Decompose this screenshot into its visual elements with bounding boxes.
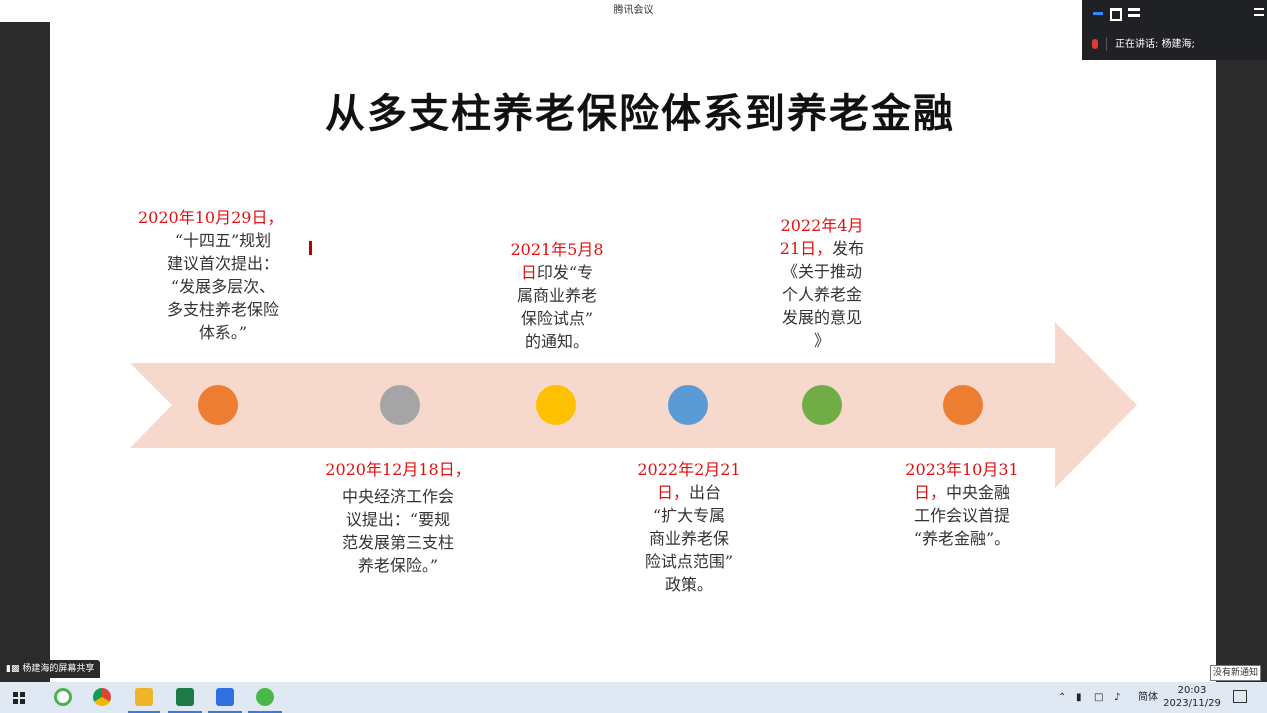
timeline-arrow <box>130 322 1137 488</box>
notification-tooltip: 没有新通知 <box>1210 665 1262 681</box>
milestone-2023-10: 2023年10月31 日，中央金融 工作会议首提 “养老金融”。 <box>892 458 1032 550</box>
milestone-line: “十四五”规划 <box>174 231 272 250</box>
taskbar-clock[interactable]: 20:03 2023/11/29 <box>1162 684 1222 710</box>
milestone-line: 险试点范围” <box>644 552 734 571</box>
milestone-date-cont: 21日， <box>779 239 833 258</box>
milestone-line: 》 <box>813 331 830 350</box>
milestone-line: “发展多层次、 <box>170 277 276 296</box>
text-cursor <box>309 241 312 255</box>
chrome-icon[interactable] <box>93 688 111 706</box>
file-explorer-icon[interactable] <box>135 688 153 706</box>
milestone-date: 2022年2月21 <box>637 460 741 479</box>
milestone-line: 养老保险。” <box>357 556 439 575</box>
milestone-date-cont: 日， <box>913 483 946 502</box>
share-icon: ▮▩ <box>6 664 23 674</box>
milestone-date-cont: 日， <box>656 483 689 502</box>
screen-share-label[interactable]: ▮▩ 杨建海的屏幕共享 <box>0 660 101 678</box>
timeline-dot-4 <box>668 385 708 425</box>
milestone-line: 建议首次提出： <box>166 254 279 273</box>
action-center-icon[interactable] <box>1233 690 1247 703</box>
milestone-2022-02: 2022年2月21 日，出台 “扩大专属 商业养老保 险试点范围” 政策。 <box>626 458 752 596</box>
timeline-dot-2 <box>380 385 420 425</box>
milestone-2020-12: 2020年12月18日， 中央经济工作会 议提出：“要规 范发展第三支柱 养老保… <box>318 458 478 577</box>
milestone-line: 《关于推动 <box>781 262 862 281</box>
timeline-dot-3 <box>536 385 576 425</box>
milestone-line: 工作会议首提 <box>913 506 1010 525</box>
milestone-date: 2021年5月8 <box>510 240 604 259</box>
tray-mic-icon[interactable]: ▮ <box>1076 682 1082 713</box>
milestone-line: 体系。” <box>198 323 248 342</box>
timeline-dot-5 <box>802 385 842 425</box>
milestone-line: 政策。 <box>664 575 713 594</box>
milestone-text: 发布 <box>832 239 865 258</box>
taskbar: ⌃ ▮ □ ♪ 简体 20:03 2023/11/29 <box>0 682 1267 713</box>
milestone-2020-10: 2020年10月29日， “十四五”规划 建议首次提出： “发展多层次、 多支柱… <box>138 206 308 344</box>
tray-chevron-up-icon[interactable]: ⌃ <box>1058 682 1066 713</box>
milestone-date: 2023年10月31 <box>905 460 1019 479</box>
milestone-line: 日，出台 <box>626 481 752 504</box>
milestone-line: 日印发“专 <box>498 261 616 284</box>
milestone-line: 日，中央金融 <box>892 481 1032 504</box>
milestone-2021-05: 2021年5月8 日印发“专 属商业养老 保险试点” 的通知。 <box>498 238 616 353</box>
milestone-date-cont: 日 <box>520 263 537 282</box>
milestone-line: 范发展第三支柱 <box>341 533 454 552</box>
clock-date: 2023/11/29 <box>1163 698 1221 709</box>
ie-browser-icon[interactable] <box>54 688 72 706</box>
milestone-line: 发展的意见 <box>781 308 862 327</box>
milestone-line: “养老金融”。 <box>913 529 1011 548</box>
clock-time: 20:03 <box>1177 685 1207 696</box>
milestone-text: 出台 <box>689 483 722 502</box>
timeline-dot-6 <box>943 385 983 425</box>
tencent-meeting-icon[interactable] <box>216 688 234 706</box>
milestone-line: 保险试点” <box>520 309 594 328</box>
ime-indicator[interactable]: 简体 <box>1138 682 1158 713</box>
milestone-line: 21日，发布 <box>762 237 882 260</box>
milestone-date: 2020年10月29日， <box>138 208 284 227</box>
milestone-date: 2022年4月 <box>780 216 864 235</box>
milestone-line: 个人养老金 <box>781 285 862 304</box>
milestone-2022-04: 2022年4月 21日，发布 《关于推动 个人养老金 发展的意见 》 <box>762 214 882 352</box>
milestone-line: 中央经济工作会 <box>341 487 454 506</box>
excel-icon[interactable] <box>176 688 194 706</box>
timeline-dot-1 <box>198 385 238 425</box>
milestone-date: 2020年12月18日， <box>325 460 471 479</box>
windows-start-icon[interactable] <box>13 692 25 704</box>
tray-network-icon[interactable]: □ <box>1094 682 1103 713</box>
milestone-line: 的通知。 <box>524 332 589 351</box>
milestone-text: 印发“专 <box>536 263 594 282</box>
milestone-line: 商业养老保 <box>648 529 729 548</box>
tray-volume-icon[interactable]: ♪ <box>1114 682 1120 713</box>
milestone-line: 多支柱养老保险 <box>166 300 279 319</box>
wechat-icon[interactable] <box>256 688 274 706</box>
milestone-line: 议提出：“要规 <box>345 510 451 529</box>
screen-share-text: 杨建海的屏幕共享 <box>22 664 95 674</box>
milestone-line: 属商业养老 <box>516 286 597 305</box>
milestone-line: “扩大专属 <box>652 506 726 525</box>
milestone-text: 中央金融 <box>946 483 1011 502</box>
